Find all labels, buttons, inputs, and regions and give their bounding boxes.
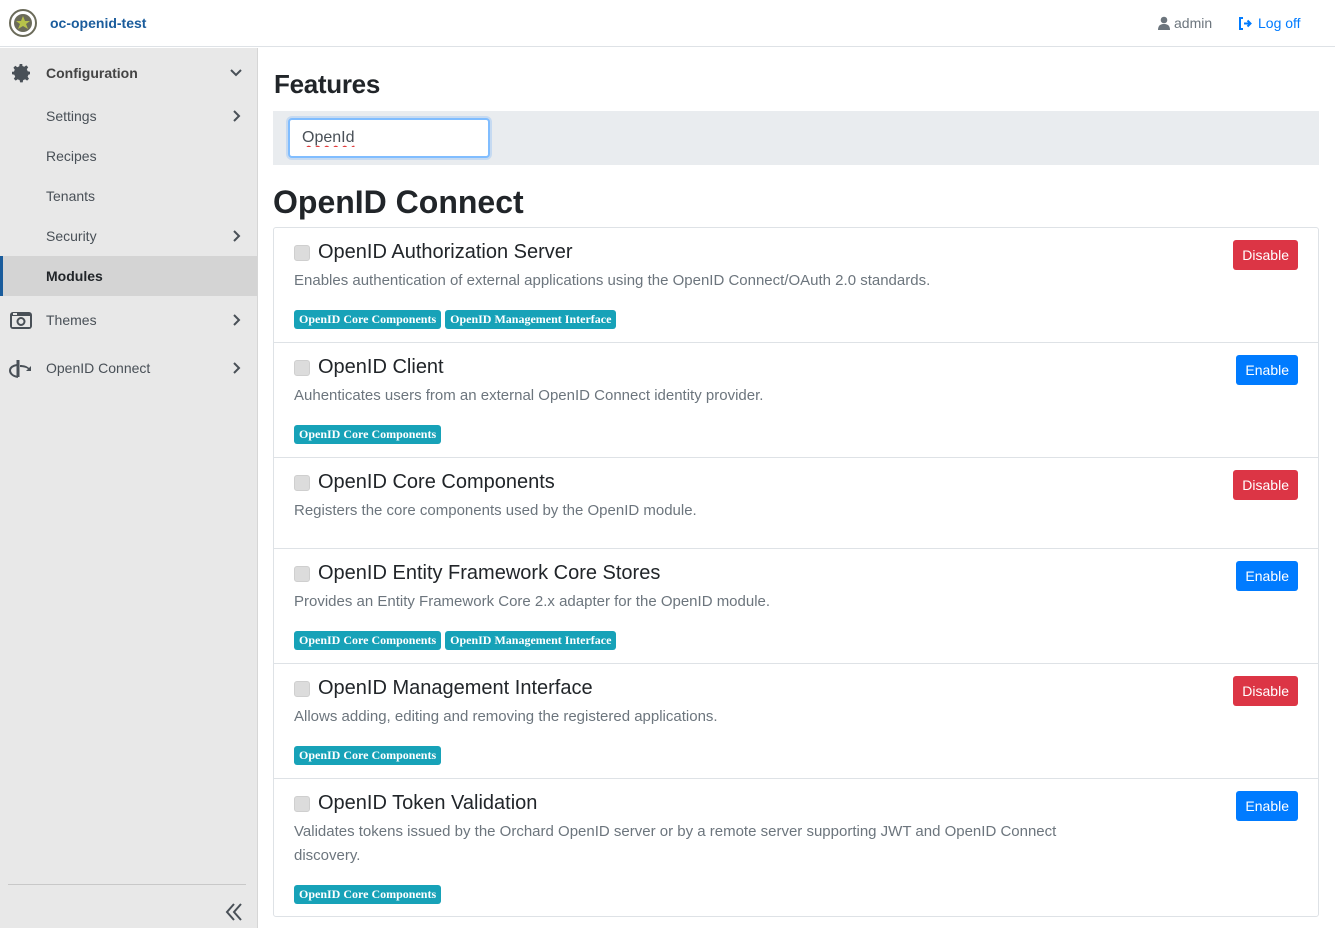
user-icon (1158, 16, 1170, 30)
gear-icon (12, 64, 30, 83)
feature-description: Auhenticates users from an external Open… (294, 387, 764, 404)
feature-name: OpenID Token Validation (318, 792, 538, 814)
disable-button[interactable]: Disable (1233, 676, 1298, 706)
feature-checkbox[interactable] (294, 681, 310, 697)
logoff-label: Log off (1258, 15, 1301, 31)
dependency-badge[interactable]: OpenID Core Components (294, 310, 442, 329)
sidebar-item-recipes[interactable]: Recipes (0, 136, 257, 176)
feature-description: Registers the core components used by th… (294, 502, 697, 519)
top-navbar: oc-openid-test admin Log off (0, 0, 1335, 47)
feature-checkbox[interactable] (294, 566, 310, 582)
openid-icon (9, 360, 31, 378)
feature-list: OpenID Authorization Server Enables auth… (273, 227, 1319, 917)
feature-row: OpenID Client Auhenticates users from an… (274, 343, 1318, 458)
camera-icon (10, 312, 32, 329)
sidebar-item-label: Security (46, 228, 97, 244)
feature-name: OpenID Entity Framework Core Stores (318, 562, 661, 584)
feature-name: OpenID Management Interface (318, 677, 593, 699)
enable-button[interactable]: Enable (1236, 791, 1298, 821)
feature-checkbox[interactable] (294, 360, 310, 376)
sidebar-item-modules[interactable]: Modules (0, 256, 257, 296)
feature-name: OpenID Client (318, 356, 444, 378)
sidebar-item-security[interactable]: Security (0, 216, 257, 256)
chevron-right-icon (233, 314, 241, 326)
chevron-right-icon (233, 230, 241, 242)
feature-checkbox[interactable] (294, 796, 310, 812)
dependency-badge[interactable]: OpenID Management Interface (445, 310, 617, 329)
feature-name: OpenID Core Components (318, 471, 555, 493)
feature-description: Allows adding, editing and removing the … (294, 708, 718, 725)
dependency-badge[interactable]: OpenID Core Components (294, 425, 442, 444)
sidebar-item-tenants[interactable]: Tenants (0, 176, 257, 216)
sign-out-icon (1239, 16, 1252, 30)
dependency-badge[interactable]: OpenID Core Components (294, 885, 442, 904)
sidebar: Configuration Settings Recipes Tenants S… (0, 48, 258, 928)
dependency-badge[interactable]: OpenID Core Components (294, 631, 442, 650)
feature-row: OpenID Authorization Server Enables auth… (274, 228, 1318, 343)
page-title: Features (274, 69, 380, 99)
feature-row: OpenID Core Components Registers the cor… (274, 458, 1318, 549)
feature-description: Enables authentication of external appli… (294, 272, 931, 289)
sidebar-item-label: OpenID Connect (46, 360, 151, 376)
chevron-down-icon (230, 69, 242, 77)
feature-dependencies: OpenID Core Components OpenID Management… (294, 310, 617, 329)
main-content: Features OpenID Connect OpenID Authoriza… (258, 48, 1335, 928)
sidebar-item-openid-connect[interactable]: OpenID Connect (0, 352, 257, 384)
disable-button[interactable]: Disable (1233, 470, 1298, 500)
feature-description: Provides an Entity Framework Core 2.x ad… (294, 593, 771, 610)
sidebar-divider (8, 884, 246, 885)
feature-dependencies: OpenID Core Components OpenID Management… (294, 631, 617, 650)
feature-dependencies: OpenID Core Components (294, 425, 442, 444)
user-name: admin (1174, 15, 1213, 31)
filter-bar (273, 111, 1319, 165)
sidebar-item-label: Themes (46, 312, 97, 328)
collapse-sidebar-icon[interactable] (222, 900, 246, 924)
sidebar-item-label: Settings (46, 108, 97, 124)
sidebar-item-label: Configuration (46, 65, 138, 81)
logoff-link[interactable]: Log off (1238, 15, 1301, 31)
sidebar-item-configuration[interactable]: Configuration (0, 58, 257, 88)
sidebar-item-label: Recipes (46, 148, 97, 164)
feature-search-input[interactable] (288, 118, 490, 158)
feature-name: OpenID Authorization Server (318, 241, 573, 263)
feature-checkbox[interactable] (294, 475, 310, 491)
sidebar-item-label: Modules (46, 268, 103, 284)
section-title: OpenID Connect (273, 184, 524, 220)
enable-button[interactable]: Enable (1236, 355, 1298, 385)
enable-button[interactable]: Enable (1236, 561, 1298, 591)
feature-dependencies: OpenID Core Components (294, 885, 442, 904)
feature-dependencies: OpenID Core Components (294, 746, 442, 765)
feature-description: Validates tokens issued by the Orchard O… (294, 823, 1057, 864)
feature-checkbox[interactable] (294, 245, 310, 261)
sidebar-item-label: Tenants (46, 188, 96, 204)
disable-button[interactable]: Disable (1233, 240, 1298, 270)
chevron-right-icon (233, 362, 241, 374)
feature-row: OpenID Management Interface Allows addin… (274, 664, 1318, 779)
brand-name[interactable]: oc-openid-test (50, 15, 146, 31)
user-menu[interactable]: admin (1158, 15, 1212, 31)
sidebar-item-themes[interactable]: Themes (0, 304, 257, 336)
sidebar-item-settings[interactable]: Settings (0, 96, 257, 136)
feature-row: OpenID Entity Framework Core Stores Prov… (274, 549, 1318, 664)
orchard-logo-icon[interactable] (9, 9, 37, 37)
chevron-right-icon (233, 110, 241, 122)
feature-row: OpenID Token Validation Validates tokens… (274, 779, 1318, 916)
dependency-badge[interactable]: OpenID Management Interface (445, 631, 617, 650)
dependency-badge[interactable]: OpenID Core Components (294, 746, 442, 765)
